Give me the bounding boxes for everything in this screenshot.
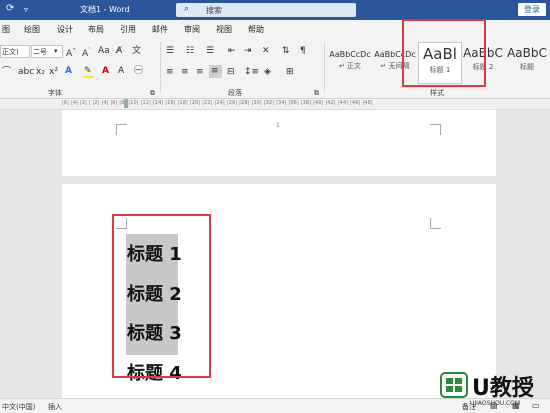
strikethrough-icon[interactable]: abc: [18, 67, 34, 77]
ruler: |6| |4| |2| | |2| |4| |6| |8| |10| |12| …: [0, 99, 550, 110]
font-group-label: 字体: [48, 89, 62, 97]
style-title[interactable]: AaBbC 标题: [506, 42, 548, 82]
justify-button[interactable]: ≡: [209, 65, 222, 78]
search-icon: ⌕: [184, 4, 190, 14]
distributed-icon[interactable]: ⊟: [227, 67, 235, 77]
align-left-icon[interactable]: ≡: [166, 67, 174, 77]
show-marks-icon[interactable]: ¶: [300, 46, 306, 56]
ruler-ticks: |6| |4| |2| | |2| |4| |6| |8| |10| |12| …: [62, 100, 373, 106]
page-1: 1: [62, 110, 496, 176]
phonetic-guide-icon[interactable]: 文: [132, 46, 141, 56]
multilevel-list-icon[interactable]: ☰: [206, 46, 214, 56]
save-icon[interactable]: ⟳: [6, 3, 14, 14]
highlight-icon[interactable]: ✎: [84, 66, 92, 76]
watermark: U教授 UJIAOSHOU.COM: [440, 370, 548, 410]
font-size-value: 二号: [33, 48, 47, 56]
style-title-preview: AaBbC: [507, 46, 547, 60]
page-number: 1: [276, 122, 280, 129]
tab-view[interactable]: 视图: [216, 24, 232, 35]
clear-format-icon[interactable]: A̸: [116, 46, 122, 56]
insert-mode-status[interactable]: 插入: [48, 402, 62, 412]
ribbon-separator: [160, 42, 161, 92]
tab-insert[interactable]: 图: [2, 24, 10, 35]
dropdown-icon[interactable]: ▿: [24, 5, 28, 14]
tab-help[interactable]: 帮助: [248, 24, 264, 35]
shrink-font-icon[interactable]: Aˇ: [82, 46, 91, 59]
margin-corner: [430, 218, 441, 229]
font-color-icon[interactable]: A: [102, 66, 109, 76]
chinese-layout-icon[interactable]: ✕: [262, 46, 270, 56]
title-bar: ⟳ ▿ 文档1 - Word ⌕ 搜索 登录: [0, 0, 550, 20]
style-title-name: 标题: [520, 63, 534, 71]
font-name-value: 正文): [2, 48, 19, 56]
tab-design[interactable]: 设计: [57, 24, 73, 35]
style-normal-preview: AaBbCcDc: [329, 50, 371, 59]
numbering-icon[interactable]: ☷: [186, 46, 194, 56]
borders-icon[interactable]: ⊞: [286, 67, 294, 77]
font-size-select[interactable]: 二号 ▾: [31, 45, 63, 58]
tab-draw[interactable]: 绘图: [24, 24, 40, 35]
indent-marker[interactable]: [124, 99, 128, 108]
styles-group-label: 样式: [430, 89, 444, 97]
document-area: 1 标题 1 标题 2 标题 3 标题 4: [0, 110, 550, 398]
style-normal[interactable]: AaBbCcDc ↵ 正文: [328, 42, 372, 82]
ribbon-separator: [324, 42, 325, 92]
headings-highlight-box: [112, 214, 211, 378]
style-highlight-box: [402, 19, 486, 87]
enclose-char-icon[interactable]: ㊀: [134, 66, 143, 76]
subscript-icon[interactable]: x₂: [36, 67, 45, 77]
window-title: 文档1 - Word: [80, 5, 130, 14]
align-center-icon[interactable]: ≡: [181, 67, 189, 77]
tab-layout[interactable]: 布局: [88, 24, 104, 35]
text-effects-icon[interactable]: A: [65, 66, 72, 76]
underline-icon[interactable]: ⌒: [2, 67, 11, 77]
font-dialog-launcher-icon[interactable]: ⧉: [150, 88, 155, 98]
tab-review[interactable]: 审阅: [184, 24, 200, 35]
grow-font-icon[interactable]: A^: [66, 46, 76, 59]
watermark-url: UJIAOSHOU.COM: [470, 400, 521, 407]
paragraph-dialog-launcher-icon[interactable]: ⧉: [314, 88, 319, 98]
margin-corner: [430, 124, 441, 135]
search-box[interactable]: ⌕ 搜索: [176, 3, 356, 17]
sort-icon[interactable]: ⇅: [282, 46, 290, 56]
style-normal-name: ↵ 正文: [338, 62, 362, 70]
line-spacing-icon[interactable]: ↕≡: [244, 67, 259, 77]
tab-mailings[interactable]: 邮件: [152, 24, 168, 35]
char-shading-icon[interactable]: A: [118, 66, 124, 76]
search-placeholder: 搜索: [206, 6, 222, 15]
shading-icon[interactable]: ◈: [264, 67, 271, 77]
tab-references[interactable]: 引用: [120, 24, 136, 35]
language-status[interactable]: 中文(中国): [2, 402, 35, 412]
decrease-indent-icon[interactable]: ⇤: [228, 46, 236, 56]
bullets-icon[interactable]: ☰: [166, 46, 174, 56]
font-name-select[interactable]: 正文): [0, 45, 30, 58]
login-button[interactable]: 登录: [518, 3, 546, 16]
watermark-logo-icon: [440, 372, 468, 398]
margin-corner: [116, 124, 127, 135]
increase-indent-icon[interactable]: ⇥: [244, 46, 252, 56]
highlight-color-bar: [84, 76, 94, 78]
align-right-icon[interactable]: ≡: [196, 67, 204, 77]
justify-icon: ≡: [211, 66, 219, 76]
superscript-icon[interactable]: x²: [49, 67, 58, 77]
watermark-brand: U教授: [472, 376, 534, 401]
paragraph-group-label: 段落: [228, 89, 242, 97]
change-case-icon[interactable]: Aa: [98, 46, 110, 56]
chevron-down-icon: ▾: [54, 47, 58, 55]
